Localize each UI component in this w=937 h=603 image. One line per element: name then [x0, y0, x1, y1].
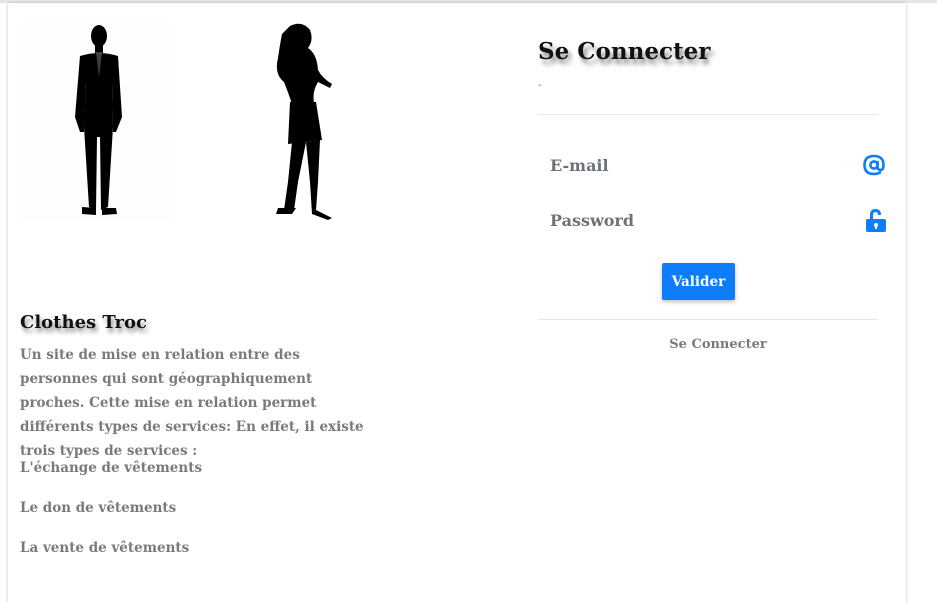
- man-silhouette-image: [20, 22, 172, 220]
- at-icon: [862, 153, 886, 181]
- service-item-exchange: L'échange de vêtements: [20, 460, 203, 476]
- woman-silhouette-image: [262, 22, 342, 222]
- service-item-sale: La vente de vêtements: [20, 540, 190, 556]
- brand-title: Clothes Troc: [20, 312, 147, 333]
- service-item-donation: Le don de vêtements: [20, 500, 177, 516]
- login-title: Se Connecter: [538, 38, 711, 65]
- login-subtitle: -: [538, 80, 542, 91]
- password-field[interactable]: Password: [550, 211, 634, 230]
- login-link[interactable]: Se Connecter: [538, 337, 898, 352]
- email-field[interactable]: E-mail: [550, 156, 609, 175]
- brand-description: Un site de mise en relation entre des pe…: [20, 347, 364, 459]
- submit-button[interactable]: Valider: [662, 263, 735, 300]
- divider-bottom: [538, 319, 878, 320]
- unlock-icon: [865, 208, 887, 236]
- divider-top: [538, 114, 878, 115]
